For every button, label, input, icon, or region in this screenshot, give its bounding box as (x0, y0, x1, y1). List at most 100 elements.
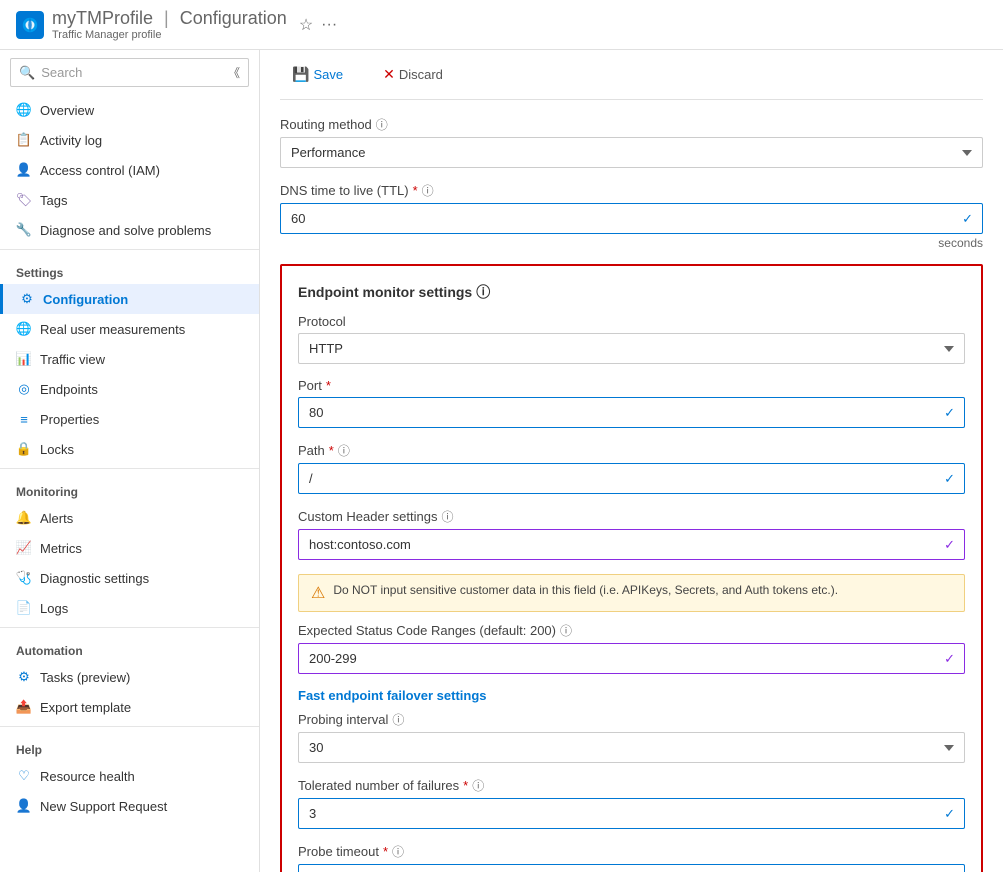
routing-method-field: Routing method ⓘ Performance Priority We… (280, 116, 983, 168)
warning-icon: ⚠ (311, 583, 325, 603)
sidebar-item-alerts[interactable]: 🔔 Alerts (0, 503, 259, 533)
favorite-icon[interactable]: ☆ (299, 15, 313, 35)
custom-header-label: Custom Header settings (298, 509, 437, 524)
sidebar-item-activity-log[interactable]: 📋 Activity log (0, 125, 259, 155)
probe-timeout-input[interactable] (298, 864, 965, 872)
person-icon: 👤 (16, 162, 32, 178)
port-field: Port * ✓ (298, 378, 965, 428)
list-icon: 📋 (16, 132, 32, 148)
sidebar-item-diagnostic[interactable]: 🩺 Diagnostic settings (0, 563, 259, 593)
app-name: myTMProfile (52, 8, 153, 28)
search-icon: 🔍 (19, 65, 35, 81)
sidebar-item-export[interactable]: 📤 Export template (0, 692, 259, 722)
toolbar: 💾 Save ✕ Discard (280, 50, 983, 100)
protocol-label: Protocol (298, 314, 346, 329)
probing-interval-field: Probing interval ⓘ 10 30 (298, 711, 965, 763)
probe-timeout-info-icon[interactable]: ⓘ (392, 843, 404, 860)
search-box[interactable]: 🔍 《 (10, 58, 249, 87)
sidebar-item-locks[interactable]: 🔒 Locks (0, 434, 259, 464)
path-check-icon: ✓ (944, 471, 955, 487)
gear-icon: ⚙ (19, 291, 35, 307)
discard-icon: ✕ (383, 66, 395, 83)
custom-header-input[interactable] (298, 529, 965, 560)
endpoint-monitor-title: Endpoint monitor settings (298, 284, 472, 300)
port-check-icon: ✓ (944, 405, 955, 421)
sidebar-item-diagnose[interactable]: 🔧 Diagnose and solve problems (0, 215, 259, 245)
globe-icon: 🌐 (16, 102, 32, 118)
health-icon: ♡ (16, 768, 32, 784)
realuser-icon: 🌐 (16, 321, 32, 337)
routing-method-wrapper: Performance Priority Weighted Geographic… (280, 137, 983, 168)
dns-ttl-input[interactable] (280, 203, 983, 234)
monitoring-section-header: Monitoring (0, 473, 259, 503)
sidebar-item-resource-health[interactable]: ♡ Resource health (0, 761, 259, 791)
path-input[interactable] (298, 463, 965, 494)
sidebar-item-metrics[interactable]: 📈 Metrics (0, 533, 259, 563)
protocol-field: Protocol HTTP HTTPS TCP (298, 314, 965, 364)
title-icons: ☆ ··· (299, 15, 337, 35)
tolerated-failures-check-icon: ✓ (944, 806, 955, 822)
diagnostic-icon: 🩺 (16, 570, 32, 586)
sidebar-item-configuration[interactable]: ⚙ Configuration (0, 284, 259, 314)
path-field: Path * ⓘ ✓ (298, 442, 965, 494)
sidebar-item-real-user[interactable]: 🌐 Real user measurements (0, 314, 259, 344)
status-code-info-icon[interactable]: ⓘ (560, 622, 572, 639)
collapse-button[interactable]: 《 (228, 64, 240, 81)
port-input[interactable] (298, 397, 965, 428)
sidebar-item-properties[interactable]: ≡ Properties (0, 404, 259, 434)
main-content: 💾 Save ✕ Discard Routing method ⓘ Perfor… (260, 50, 1003, 872)
status-code-input[interactable] (298, 643, 965, 674)
sidebar: 🔍 《 🌐 Overview 📋 Activity log 👤 Access c… (0, 50, 260, 872)
sidebar-item-tasks[interactable]: ⚙ Tasks (preview) (0, 662, 259, 692)
automation-section-header: Automation (0, 632, 259, 662)
bell-icon: 🔔 (16, 510, 32, 526)
save-icon: 💾 (292, 66, 309, 83)
probe-timeout-field: Probe timeout * ⓘ ✓ seconds (298, 843, 965, 872)
custom-header-info-icon[interactable]: ⓘ (441, 508, 453, 525)
barchart-icon: 📈 (16, 540, 32, 556)
sidebar-item-logs[interactable]: 📄 Logs (0, 593, 259, 623)
tolerated-failures-input[interactable] (298, 798, 965, 829)
tolerated-failures-info-icon[interactable]: ⓘ (472, 777, 484, 794)
tasks-icon: ⚙ (16, 669, 32, 685)
sidebar-item-support[interactable]: 👤 New Support Request (0, 791, 259, 821)
dns-ttl-info-icon[interactable]: ⓘ (422, 182, 434, 199)
tolerated-failures-label: Tolerated number of failures (298, 778, 459, 793)
properties-icon: ≡ (16, 411, 32, 427)
endpoint-monitor-info-icon[interactable]: ⓘ (476, 282, 490, 302)
endpoint-icon: ◎ (16, 381, 32, 397)
sidebar-item-overview[interactable]: 🌐 Overview (0, 95, 259, 125)
more-icon[interactable]: ··· (321, 16, 337, 34)
sidebar-item-endpoints[interactable]: ◎ Endpoints (0, 374, 259, 404)
warning-text: Do NOT input sensitive customer data in … (333, 583, 838, 597)
dns-ttl-label: DNS time to live (TTL) (280, 183, 409, 198)
routing-method-info-icon[interactable]: ⓘ (376, 116, 388, 133)
page-name: Configuration (180, 8, 287, 28)
endpoint-monitor-section: Endpoint monitor settings ⓘ Protocol HTT… (280, 264, 983, 872)
app-icon (16, 11, 44, 39)
sidebar-item-traffic-view[interactable]: 📊 Traffic view (0, 344, 259, 374)
sidebar-item-tags[interactable]: 🏷 Tags (0, 185, 259, 215)
status-code-field: Expected Status Code Ranges (default: 20… (298, 622, 965, 674)
dns-ttl-check-icon: ✓ (962, 211, 973, 227)
status-code-label: Expected Status Code Ranges (default: 20… (298, 623, 556, 638)
custom-header-check-icon: ✓ (944, 537, 955, 553)
dns-ttl-field: DNS time to live (TTL) * ⓘ ✓ seconds (280, 182, 983, 250)
sidebar-item-access-control[interactable]: 👤 Access control (IAM) (0, 155, 259, 185)
title-section: myTMProfile | Configuration Traffic Mana… (52, 8, 287, 41)
probing-interval-select[interactable]: 10 30 (298, 732, 965, 763)
routing-method-select[interactable]: Performance Priority Weighted Geographic… (280, 137, 983, 168)
page-title: myTMProfile | Configuration (52, 8, 287, 29)
probe-timeout-label: Probe timeout (298, 844, 379, 859)
app-subtitle: Traffic Manager profile (52, 29, 287, 41)
save-button[interactable]: 💾 Save (280, 60, 355, 89)
discard-button[interactable]: ✕ Discard (371, 60, 455, 89)
custom-header-field: Custom Header settings ⓘ ✓ (298, 508, 965, 560)
export-icon: 📤 (16, 699, 32, 715)
probing-interval-info-icon[interactable]: ⓘ (392, 711, 404, 728)
trafficview-icon: 📊 (16, 351, 32, 367)
search-input[interactable] (41, 65, 222, 80)
lock-icon: 🔒 (16, 441, 32, 457)
path-info-icon[interactable]: ⓘ (338, 442, 350, 459)
protocol-select[interactable]: HTTP HTTPS TCP (298, 333, 965, 364)
